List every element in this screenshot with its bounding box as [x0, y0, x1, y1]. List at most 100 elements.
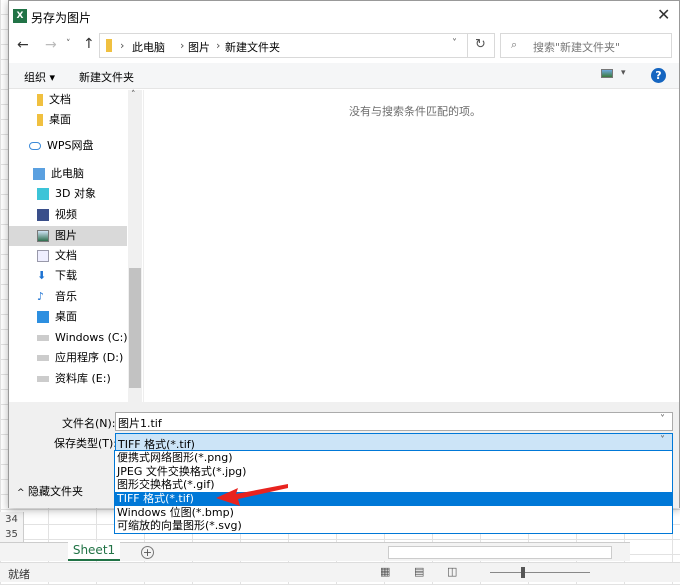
refresh-icon[interactable]: ↻	[475, 37, 486, 52]
hide-folders-label: 隐藏文件夹	[28, 485, 84, 498]
folder-icon	[37, 114, 43, 126]
navigation-pane: 文档 桌面 WPS网盘 此电脑 3D 对象 视频 图片 文档 ⬇ 下载 ♪ 音乐 桌面 Windows (…	[9, 90, 143, 402]
desktop-icon	[37, 311, 49, 323]
red-arrow-shape	[216, 484, 288, 506]
nav-item[interactable]: 桌面	[9, 307, 127, 327]
nav-item-label: 图片	[55, 229, 77, 242]
dialog-title: 另存为图片	[31, 11, 92, 25]
organize-label: 组织	[24, 71, 46, 84]
file-type-option[interactable]: 可缩放的向量图形(*.svg)	[115, 519, 672, 533]
drive-icon	[37, 335, 49, 341]
nav-item[interactable]: 视频	[9, 205, 127, 225]
search-icon: ⌕	[511, 38, 518, 51]
nav-item-label: Windows (C:)	[55, 331, 128, 344]
nav-item-label: 此电脑	[51, 167, 84, 180]
address-dropdown-icon[interactable]: ˅	[452, 38, 457, 49]
toolbar: 组织 ▾ 新建文件夹 ▾ ?	[9, 63, 679, 89]
organize-button[interactable]: 组织 ▾	[24, 69, 55, 85]
nav-item-label: 资料库 (E:)	[55, 372, 111, 385]
cube-icon	[37, 188, 49, 200]
up-icon[interactable]: ↑	[83, 36, 95, 52]
nav-item[interactable]: 文档	[9, 90, 127, 110]
nav-item-label: 下载	[55, 269, 77, 282]
view-options-icon[interactable]	[601, 69, 613, 78]
file-type-label: 保存类型(T):	[54, 437, 118, 450]
scrollbar-thumb[interactable]	[129, 268, 141, 388]
file-type-dropdown-list: 便携式网络图形(*.png) JPEG 文件交换格式(*.jpg) 图形交换格式(*…	[114, 450, 673, 534]
nav-item[interactable]: 3D 对象	[9, 184, 127, 204]
chevron-up-icon: ^	[17, 488, 25, 498]
nav-item[interactable]: 桌面	[9, 110, 127, 130]
address-bar[interactable]: › 此电脑 › 图片 › 新建文件夹 ˅ ↻	[99, 33, 495, 58]
file-type-option[interactable]: JPEG 文件交换格式(*.jpg)	[115, 465, 672, 479]
breadcrumb-item[interactable]: 图片	[188, 39, 210, 55]
row-header-34[interactable]: 34	[0, 512, 24, 527]
hide-folders-button[interactable]: ^ 隐藏文件夹	[17, 483, 83, 499]
nav-item[interactable]: 应用程序 (D:)	[9, 348, 127, 368]
breadcrumb-item[interactable]: 新建文件夹	[225, 39, 280, 55]
nav-item[interactable]: 此电脑	[9, 164, 127, 184]
file-type-option[interactable]: 图形交换格式(*.gif)	[115, 478, 672, 492]
chevron-down-icon[interactable]: ˅	[660, 435, 665, 446]
nav-item[interactable]: 文档	[9, 246, 127, 266]
file-type-option[interactable]: Windows 位图(*.bmp)	[115, 506, 672, 520]
zoom-slider[interactable]	[490, 572, 590, 573]
sheet-tab-bar: Sheet1 +	[0, 542, 630, 561]
status-text: 就绪	[8, 568, 30, 581]
nav-item-label: 视频	[55, 208, 77, 221]
help-icon[interactable]: ?	[651, 68, 666, 83]
new-folder-button[interactable]: 新建文件夹	[79, 69, 134, 85]
recent-chevron-icon[interactable]: ˅	[66, 39, 71, 49]
nav-item[interactable]: ⬇ 下载	[9, 266, 127, 286]
row-header-35[interactable]: 35	[0, 527, 24, 542]
filename-input[interactable]: 图片1.tif ˅	[115, 412, 673, 431]
excel-logo-icon: X	[13, 9, 27, 23]
nav-item[interactable]: 图片	[9, 226, 127, 246]
nav-item[interactable]: ♪ 音乐	[9, 287, 127, 307]
nav-scrollbar[interactable]: ˄	[128, 90, 142, 402]
file-type-option[interactable]: TIFF 格式(*.tif)	[115, 492, 672, 506]
music-icon: ♪	[37, 290, 45, 303]
add-sheet-icon[interactable]: +	[141, 546, 154, 559]
computer-icon	[33, 168, 45, 180]
nav-item[interactable]: WPS网盘	[9, 136, 127, 156]
drive-icon	[37, 355, 49, 361]
page-layout-icon[interactable]: ▤	[414, 565, 424, 578]
nav-item-label: 桌面	[49, 113, 71, 126]
back-icon[interactable]: ←	[17, 37, 29, 53]
normal-view-icon[interactable]: ▦	[380, 565, 390, 578]
save-as-picture-dialog: X 另存为图片 ✕ ← → ˅ ↑ › 此电脑 › 图片 › 新建文件夹 ˅ ↻…	[8, 0, 680, 508]
scroll-up-icon[interactable]: ˄	[131, 90, 136, 100]
page-break-icon[interactable]: ◫	[447, 565, 457, 578]
sheet-tab-sheet1[interactable]: Sheet1	[68, 542, 120, 561]
file-type-option[interactable]: 便携式网络图形(*.png)	[115, 451, 672, 465]
nav-item-label: 文档	[49, 93, 71, 106]
zoom-slider-thumb[interactable]	[521, 567, 525, 578]
status-bar: 就绪 ▦ ▤ ◫	[0, 562, 680, 582]
chevron-down-icon[interactable]: ˅	[660, 414, 665, 425]
empty-message: 没有与搜索条件匹配的项。	[349, 105, 481, 118]
folder-icon	[106, 39, 112, 52]
horizontal-scrollbar[interactable]	[388, 546, 612, 559]
nav-item-label: 桌面	[55, 310, 77, 323]
view-dropdown-icon[interactable]: ▾	[621, 68, 626, 78]
separator: ›	[120, 39, 125, 52]
breadcrumb-item[interactable]: 此电脑	[132, 39, 165, 55]
cloud-icon	[29, 142, 41, 150]
separator: ›	[216, 39, 221, 52]
download-icon: ⬇	[37, 269, 47, 282]
nav-item-label: 应用程序 (D:)	[55, 351, 124, 364]
filename-value: 图片1.tif	[118, 417, 162, 430]
close-icon[interactable]: ✕	[657, 5, 670, 24]
divider	[467, 34, 468, 57]
nav-item-label: 文档	[55, 249, 77, 262]
nav-item[interactable]: Windows (C:)	[9, 328, 128, 348]
search-input[interactable]: ⌕ 搜索"新建文件夹"	[500, 33, 672, 58]
nav-item-label: WPS网盘	[47, 139, 94, 152]
drive-icon	[37, 376, 49, 382]
filename-label: 文件名(N):	[62, 417, 116, 430]
nav-item-label: 音乐	[55, 290, 77, 303]
nav-item[interactable]: 资料库 (E:)	[9, 369, 127, 389]
forward-icon[interactable]: →	[45, 37, 57, 53]
annotation-arrow	[216, 484, 288, 506]
